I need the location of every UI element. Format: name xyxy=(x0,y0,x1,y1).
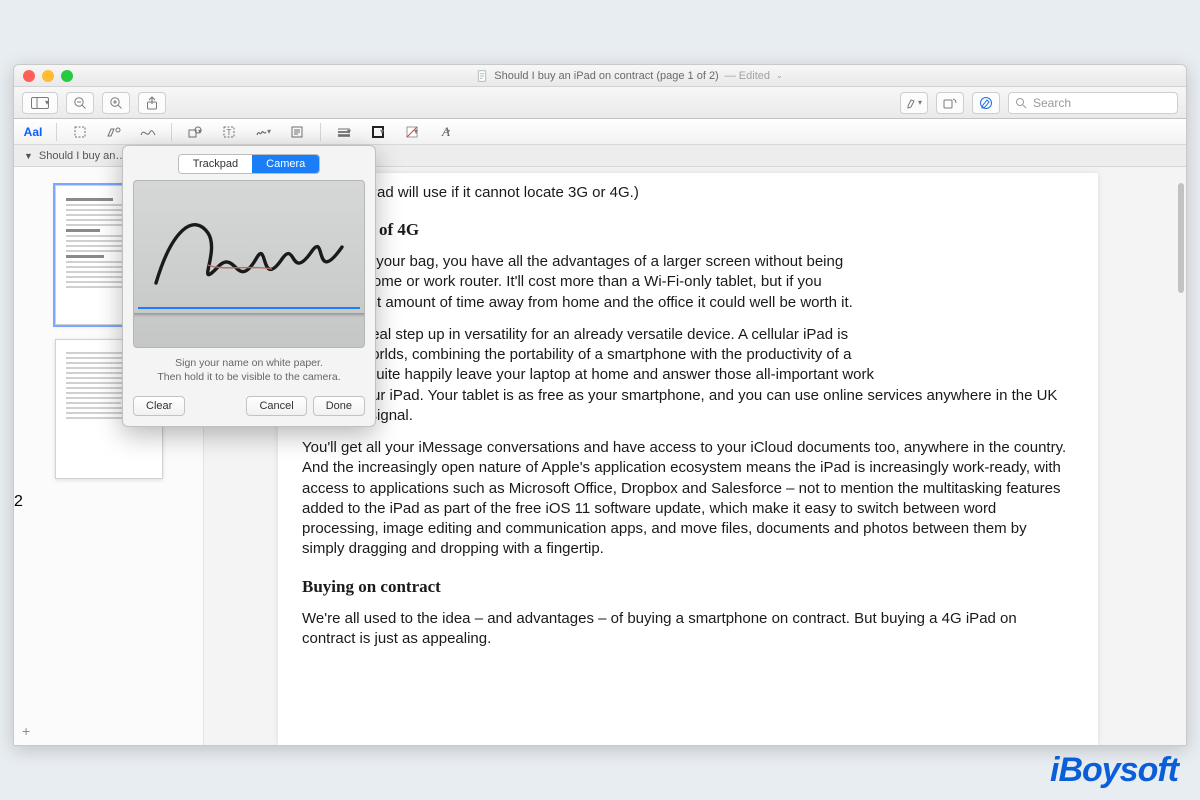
font-button[interactable]: A▾ xyxy=(435,122,457,142)
body-text: We're all used to the idea – and advanta… xyxy=(302,609,1072,650)
chevron-down-icon: ▾ xyxy=(347,127,351,136)
highlight-button[interactable]: ▾ xyxy=(900,92,928,114)
page-number-label: 2 xyxy=(14,493,203,511)
watermark-logo: iiBoysoftBoysoft xyxy=(1050,751,1178,790)
document-icon xyxy=(476,70,488,82)
search-placeholder: Search xyxy=(1033,96,1071,110)
window-controls xyxy=(14,70,73,82)
body-text: tion your iPad will use if it cannot loc… xyxy=(302,183,1072,203)
markup-toolbar: AaI ▾ T ▾ ▾ ▾ ▾ A▾ xyxy=(14,119,1186,145)
search-field[interactable]: Search xyxy=(1008,92,1178,114)
chevron-down-icon: ▾ xyxy=(414,127,418,136)
share-button[interactable] xyxy=(138,92,166,114)
cancel-button[interactable]: Cancel xyxy=(246,396,306,416)
tab-label[interactable]: Should I buy an… xyxy=(39,150,126,162)
border-color-button[interactable]: ▾ xyxy=(367,122,389,142)
sign-button[interactable]: ▾ xyxy=(252,122,274,142)
scroll-thumb[interactable] xyxy=(1178,183,1184,293)
signature-baseline xyxy=(138,307,360,309)
chevron-down-icon: ▾ xyxy=(446,127,450,136)
signature-source-segment: Trackpad Camera xyxy=(123,146,375,180)
body-text: 4G iPad in your bag, you have all the ad… xyxy=(302,252,1072,313)
chevron-down-icon: ▾ xyxy=(45,98,49,107)
svg-text:T: T xyxy=(227,128,232,137)
body-text: You'll get all your iMessage conversatio… xyxy=(302,438,1072,560)
heading-buying: Buying on contract xyxy=(302,576,1072,599)
rotate-button[interactable] xyxy=(936,92,964,114)
done-button[interactable]: Done xyxy=(313,396,365,416)
tab-disclosure-icon[interactable]: ▼ xyxy=(24,151,33,161)
titlebar: Should I buy an iPad on contract (page 1… xyxy=(14,65,1186,87)
sidebar-toggle-button[interactable]: ▾ xyxy=(22,92,58,114)
search-icon xyxy=(1015,97,1027,109)
signature-instructions: Sign your name on white paper. Then hold… xyxy=(123,348,375,392)
text-button[interactable]: T xyxy=(218,122,240,142)
zoom-in-button[interactable] xyxy=(102,92,130,114)
minimize-window-button[interactable] xyxy=(42,70,54,82)
instant-alpha-button[interactable] xyxy=(103,122,125,142)
edited-indicator: — Edited xyxy=(725,70,770,82)
chevron-down-icon: ▾ xyxy=(380,127,384,136)
body-text: e 4G is a real step up in versatility fo… xyxy=(302,325,1072,426)
markup-button[interactable] xyxy=(972,92,1000,114)
title-dropdown-chevron-icon[interactable]: ⌄ xyxy=(776,71,783,80)
vertical-scrollbar[interactable] xyxy=(1176,167,1186,745)
shapes-button[interactable]: ▾ xyxy=(184,122,206,142)
sketch-button[interactable] xyxy=(137,122,159,142)
text-style-button[interactable]: AaI xyxy=(22,122,44,142)
chevron-down-icon: ▾ xyxy=(267,127,271,136)
heading-advantages: dvantages of 4G xyxy=(302,219,1072,242)
document-title-text: Should I buy an iPad on contract (page 1… xyxy=(494,70,718,82)
note-button[interactable] xyxy=(286,122,308,142)
camera-preview xyxy=(133,180,365,348)
clear-button[interactable]: Clear xyxy=(133,396,185,416)
chevron-down-icon: ▾ xyxy=(198,127,202,136)
camera-tab[interactable]: Camera xyxy=(252,155,319,173)
line-weight-button[interactable]: ▾ xyxy=(333,122,355,142)
toolbar: ▾ ▾ Search xyxy=(14,87,1186,119)
zoom-window-button[interactable] xyxy=(61,70,73,82)
signature-stroke xyxy=(142,199,358,309)
fill-color-button[interactable]: ▾ xyxy=(401,122,423,142)
zoom-out-button[interactable] xyxy=(66,92,94,114)
add-page-button[interactable]: + xyxy=(22,723,30,739)
trackpad-tab[interactable]: Trackpad xyxy=(179,155,252,173)
selection-tool-button[interactable] xyxy=(69,122,91,142)
document-page: tion your iPad will use if it cannot loc… xyxy=(278,173,1098,745)
window-title: Should I buy an iPad on contract (page 1… xyxy=(73,70,1186,82)
chevron-down-icon: ▾ xyxy=(918,98,922,107)
signature-popover: Trackpad Camera Sign your name on white … xyxy=(122,145,376,427)
close-window-button[interactable] xyxy=(23,70,35,82)
